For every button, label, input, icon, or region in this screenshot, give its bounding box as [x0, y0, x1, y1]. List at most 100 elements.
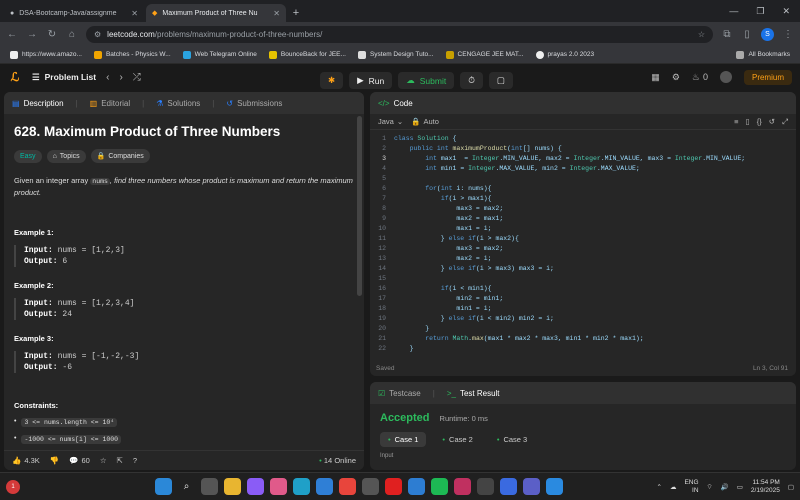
comments-button[interactable]: 💬 60: [69, 456, 90, 465]
user-avatar[interactable]: [719, 71, 732, 83]
tab-description[interactable]: ▤ Description: [12, 99, 64, 108]
code-line[interactable]: 12 max3 = max2;: [370, 244, 796, 254]
chrome-icon[interactable]: [339, 478, 356, 495]
code-line[interactable]: 6 for(int i: nums){: [370, 184, 796, 194]
premium-button[interactable]: Premium: [743, 69, 792, 85]
leetcode-logo-icon[interactable]: ℒ: [8, 70, 22, 84]
windows-start-icon[interactable]: [155, 478, 172, 495]
shuffle-icon[interactable]: ⤮: [133, 72, 141, 83]
url-bar[interactable]: ⚙ leetcode.com/problems/maximum-product-…: [86, 25, 713, 43]
close-icon[interactable]: ✕: [131, 9, 138, 18]
braces-icon[interactable]: {}: [757, 117, 762, 126]
code-line[interactable]: 7 if(i > max1){: [370, 194, 796, 204]
bookmark-icon[interactable]: ▯: [746, 117, 750, 126]
favorite-icon[interactable]: ☆: [100, 456, 107, 465]
bookmark-item[interactable]: Batches - Physics W...: [93, 50, 171, 59]
chevron-up-icon[interactable]: ⌃: [657, 483, 662, 491]
app-icon[interactable]: [500, 478, 517, 495]
minimize-icon[interactable]: —: [729, 6, 738, 16]
code-line[interactable]: 11 } else if(i > max2){: [370, 234, 796, 244]
extensions-icon[interactable]: ⧉: [721, 29, 733, 40]
restore-icon[interactable]: ❐: [756, 6, 764, 17]
youtube-icon[interactable]: [385, 478, 402, 495]
home-icon[interactable]: ⌂: [66, 29, 78, 40]
problem-list-button[interactable]: ☰ Problem List: [32, 72, 96, 83]
new-tab-button[interactable]: +: [288, 5, 304, 21]
app-icon[interactable]: [477, 478, 494, 495]
timer-icon[interactable]: ⏱: [460, 72, 483, 89]
browser-tab-leetcode[interactable]: ◆ Maximum Product of Three Nu ✕: [146, 4, 286, 22]
all-bookmarks[interactable]: All Bookmarks: [736, 50, 790, 59]
search-icon[interactable]: ⌕: [178, 478, 195, 495]
intellij-icon[interactable]: [454, 478, 471, 495]
tab-solutions[interactable]: ⚗ Solutions: [156, 99, 200, 108]
tab-submissions[interactable]: ↺ Submissions: [226, 99, 282, 108]
format-icon[interactable]: ≡: [734, 117, 738, 126]
run-button[interactable]: ▶ Run: [349, 72, 393, 89]
code-line[interactable]: 16 if(i < min1){: [370, 284, 796, 294]
code-line[interactable]: 3 int max1 = Integer.MIN_VALUE, max2 = I…: [370, 154, 796, 164]
case-tab-3[interactable]: • Case 3: [489, 432, 535, 447]
site-info-icon[interactable]: ⚙: [94, 30, 101, 39]
task-view-icon[interactable]: [201, 478, 218, 495]
case-tab-1[interactable]: • Case 1: [380, 432, 427, 447]
help-icon[interactable]: ?: [133, 456, 137, 465]
submit-button[interactable]: ☁ Submit: [398, 72, 455, 89]
code-line[interactable]: 10 max1 = i;: [370, 224, 796, 234]
bookmark-item[interactable]: BounceBack for JEE...: [268, 50, 346, 59]
weather-widget[interactable]: 1: [6, 479, 20, 494]
close-window-icon[interactable]: ✕: [782, 6, 790, 17]
teams-icon[interactable]: [523, 478, 540, 495]
code-editor[interactable]: 1 class Solution {2 public int maximumPro…: [370, 130, 796, 360]
prev-problem-icon[interactable]: ‹: [106, 72, 109, 83]
code-line[interactable]: 18 min1 = i;: [370, 304, 796, 314]
code-line[interactable]: 17 min2 = min1;: [370, 294, 796, 304]
share-icon[interactable]: ⇱: [117, 456, 123, 465]
code-line[interactable]: 4 int min1 = Integer.MAX_VALUE, min2 = I…: [370, 164, 796, 174]
clock[interactable]: 11:54 PM 2/19/2025: [751, 479, 780, 495]
forward-icon[interactable]: →: [26, 29, 38, 40]
app-icon[interactable]: [546, 478, 563, 495]
language-select[interactable]: Java ⌄: [378, 117, 403, 126]
profile-avatar[interactable]: S: [761, 27, 774, 41]
code-line[interactable]: 5: [370, 174, 796, 184]
tab-editorial[interactable]: ▥ Editorial: [90, 99, 130, 108]
edge-icon[interactable]: [293, 478, 310, 495]
bookmark-item[interactable]: https://www.amazo...: [10, 50, 82, 59]
fullscreen-icon[interactable]: ⤢: [782, 117, 788, 127]
file-explorer-icon[interactable]: [224, 478, 241, 495]
layout-icon[interactable]: ▦: [651, 72, 660, 83]
companies-chip[interactable]: 🔒 Companies: [90, 149, 150, 163]
topics-chip[interactable]: ⌂ Topics: [46, 149, 86, 163]
notes-icon[interactable]: ▢: [488, 72, 513, 89]
menu-icon[interactable]: ⋮: [782, 29, 794, 40]
spotify-icon[interactable]: [431, 478, 448, 495]
wifi-icon[interactable]: ⌔: [707, 482, 713, 491]
settings-icon[interactable]: ⚙: [672, 72, 680, 83]
code-line[interactable]: 1 class Solution {: [370, 134, 796, 144]
code-line[interactable]: 13 max2 = i;: [370, 254, 796, 264]
code-line[interactable]: 22 }: [370, 344, 796, 354]
debug-icon[interactable]: ✱: [320, 72, 344, 89]
bookmark-star-icon[interactable]: ☆: [698, 30, 705, 39]
browser-tab-github[interactable]: ● DSA-Bootcamp-Java/assignme ✕: [4, 4, 144, 22]
notifications-icon[interactable]: ▢: [788, 483, 794, 491]
reset-icon[interactable]: ↺: [769, 117, 775, 126]
battery-icon[interactable]: ▭: [737, 483, 743, 491]
streak-counter[interactable]: ♨ 0: [692, 72, 708, 83]
like-button[interactable]: 👍 4.3K: [12, 456, 40, 465]
app-icon[interactable]: [316, 478, 333, 495]
code-line[interactable]: 2 public int maximumProduct(int[] nums) …: [370, 144, 796, 154]
code-line[interactable]: 14 } else if(i > max3) max3 = i;: [370, 264, 796, 274]
code-line[interactable]: 8 max3 = max2;: [370, 204, 796, 214]
code-line[interactable]: 15: [370, 274, 796, 284]
case-tab-2[interactable]: • Case 2: [434, 432, 480, 447]
thumbs-down-icon[interactable]: 👎: [50, 456, 59, 465]
app-icon[interactable]: [270, 478, 287, 495]
code-line[interactable]: 20 }: [370, 324, 796, 334]
cloud-icon[interactable]: ☁: [670, 483, 677, 491]
close-icon[interactable]: ✕: [273, 9, 280, 18]
code-tab[interactable]: </> Code: [378, 99, 413, 108]
code-line[interactable]: 19 } else if(i < min2) min2 = i;: [370, 314, 796, 324]
vscode-icon[interactable]: [408, 478, 425, 495]
